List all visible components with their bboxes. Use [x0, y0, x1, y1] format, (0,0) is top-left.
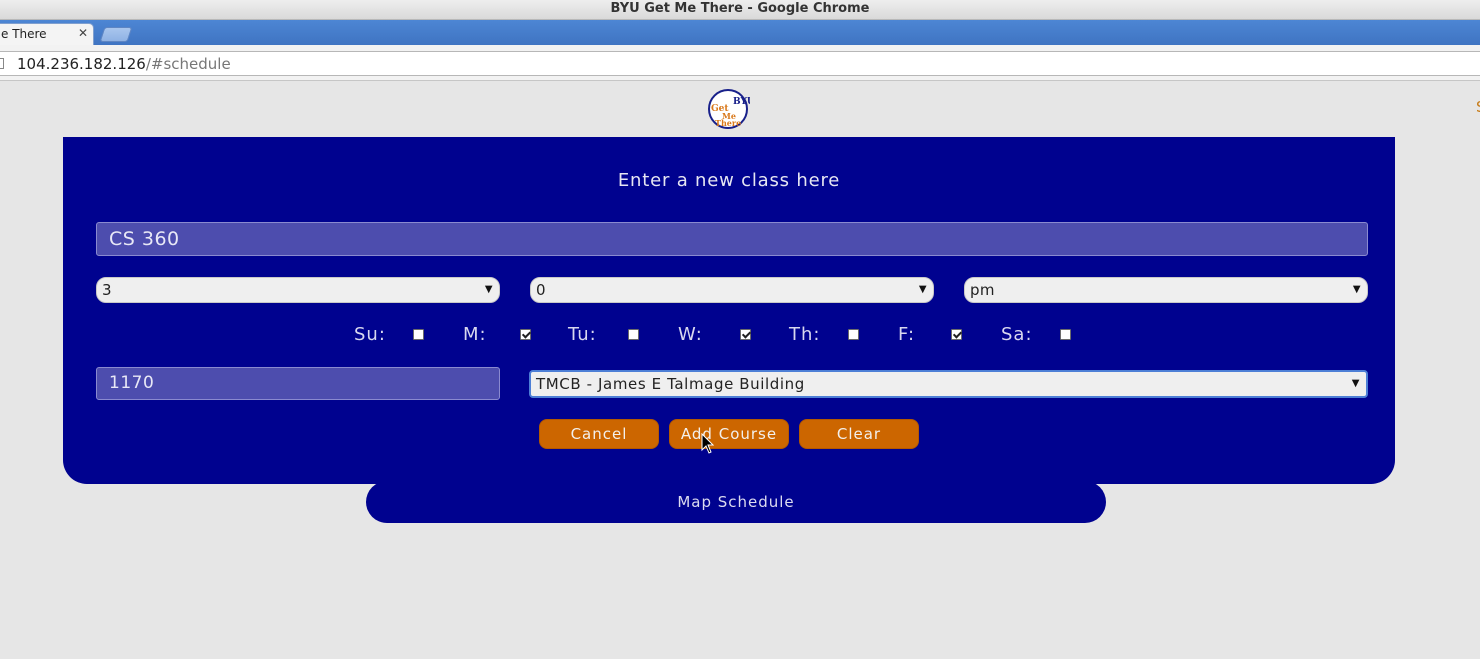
checkbox-monday[interactable]: [520, 329, 531, 340]
checkbox-saturday[interactable]: [1060, 329, 1071, 340]
cancel-button[interactable]: Cancel: [539, 419, 659, 449]
building-select-value: TMCB - James E Talmage Building: [536, 375, 805, 393]
panel-title: Enter a new class here: [617, 170, 841, 191]
dropdown-arrow-icon: ▼: [1351, 378, 1360, 389]
toolbar: 104.236.182.126/#schedule: [0, 45, 1480, 81]
url-text: 104.236.182.126/#schedule: [17, 55, 231, 73]
hour-select[interactable]: 3 ▼: [96, 277, 500, 303]
url-path: /#schedule: [145, 55, 231, 73]
tab-strip: e There ✕: [0, 20, 1480, 45]
checkbox-tuesday[interactable]: [628, 329, 639, 340]
minute-select-value: 0: [536, 281, 546, 299]
day-label-friday: F:: [898, 324, 916, 345]
building-select[interactable]: TMCB - James E Talmage Building ▼: [529, 370, 1368, 398]
ampm-select[interactable]: pm ▼: [964, 277, 1368, 303]
day-label-sunday: Su:: [354, 324, 386, 345]
new-tab-button[interactable]: [99, 27, 133, 42]
new-class-panel: Enter a new class here CS 360 3 ▼ 0 ▼ pm…: [63, 137, 1395, 484]
logo-text-byu: BYU: [733, 97, 750, 107]
byu-logo-icon: BYU Get Me There: [711, 97, 755, 128]
window-title: BYU Get Me There - Google Chrome: [610, 1, 870, 16]
logo-text-there: There: [715, 118, 741, 128]
day-label-saturday: Sa:: [1001, 324, 1033, 345]
add-course-button[interactable]: Add Course: [669, 419, 789, 449]
day-checkboxes: Su: M: Tu: W: Th: F: Sa:: [63, 324, 1395, 348]
edge-text: S: [1476, 98, 1480, 116]
dropdown-arrow-icon: ▼: [484, 284, 493, 295]
day-label-tuesday: Tu:: [568, 324, 597, 345]
minute-select[interactable]: 0 ▼: [530, 277, 934, 303]
checkbox-friday[interactable]: [951, 329, 962, 340]
dropdown-arrow-icon: ▼: [1352, 284, 1361, 295]
dropdown-arrow-icon: ▼: [918, 284, 927, 295]
window-title-bar: BYU Get Me There - Google Chrome: [0, 0, 1480, 20]
day-label-thursday: Th:: [789, 324, 821, 345]
mouse-cursor-icon: [701, 433, 715, 454]
close-tab-icon[interactable]: ✕: [78, 26, 88, 40]
checkbox-sunday[interactable]: [413, 329, 424, 340]
day-label-monday: M:: [463, 324, 487, 345]
checkbox-thursday[interactable]: [848, 329, 859, 340]
clear-button[interactable]: Clear: [799, 419, 919, 449]
tab-title: e There: [1, 27, 47, 41]
hour-select-value: 3: [102, 281, 112, 299]
room-number-input[interactable]: 1170: [96, 367, 500, 400]
map-schedule-button[interactable]: Map Schedule: [366, 481, 1106, 523]
ampm-select-value: pm: [970, 281, 995, 299]
app-logo[interactable]: BYU Get Me There: [708, 89, 755, 129]
page-icon: [0, 58, 4, 69]
checkbox-wednesday[interactable]: [740, 329, 751, 340]
browser-tab[interactable]: e There ✕: [0, 23, 94, 45]
url-host: 104.236.182.126: [17, 55, 146, 73]
address-bar[interactable]: 104.236.182.126/#schedule: [0, 51, 1480, 76]
day-label-wednesday: W:: [678, 324, 703, 345]
course-name-input[interactable]: CS 360: [96, 222, 1368, 256]
